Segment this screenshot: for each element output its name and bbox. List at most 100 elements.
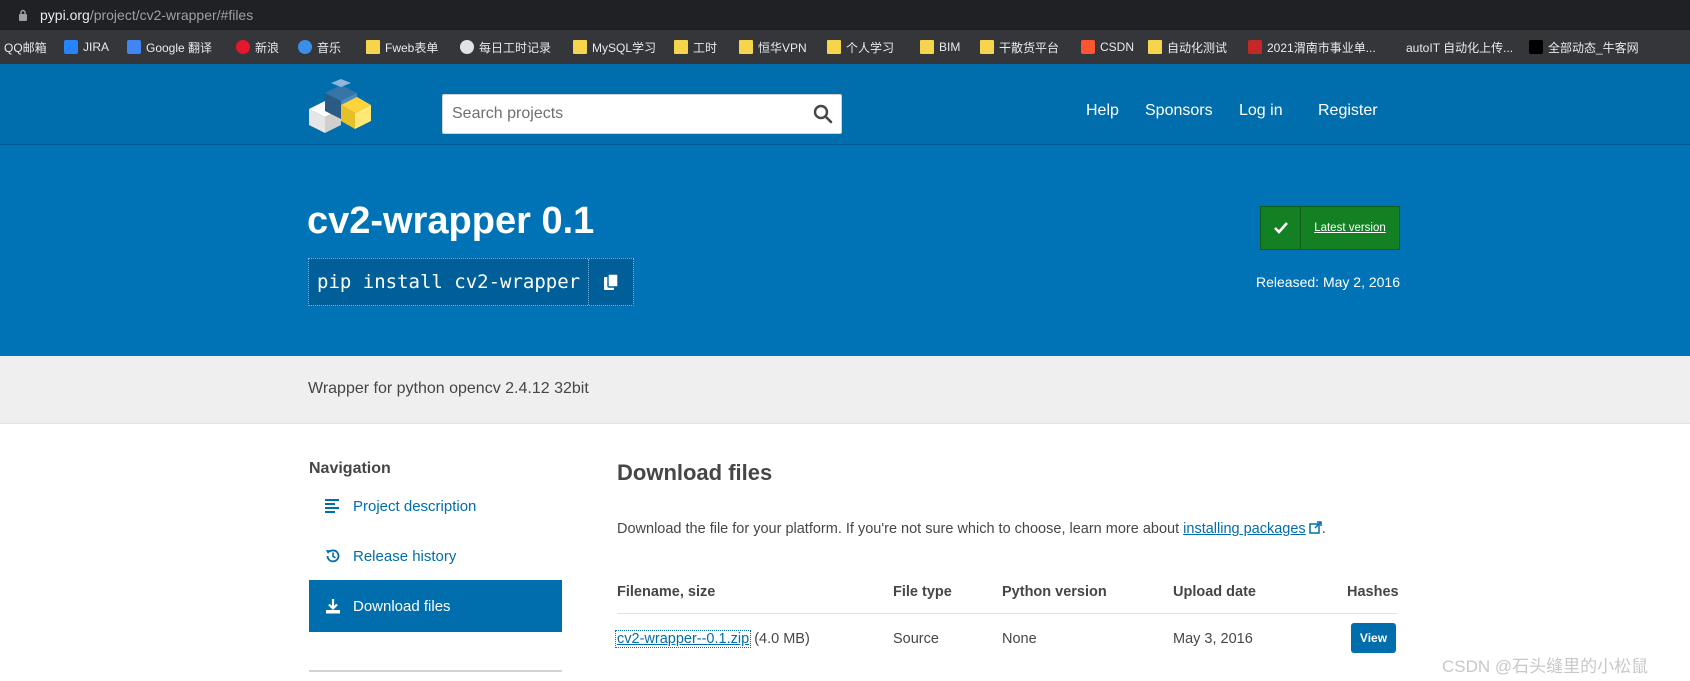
- bookmark-item[interactable]: 2021渭南市事业单...: [1248, 38, 1376, 56]
- bookmark-item[interactable]: 新浪: [236, 38, 279, 56]
- release-date: Released: May 2, 2016: [1256, 274, 1400, 290]
- tracker-icon: [460, 40, 474, 54]
- sidebar-item-download-files[interactable]: Download files: [309, 580, 562, 632]
- file-type-cell: Source: [893, 631, 939, 647]
- bookmark-label: 工时: [693, 40, 718, 55]
- file-size: (4.0 MB): [754, 631, 810, 647]
- latest-version-badge[interactable]: Latest version: [1260, 206, 1400, 250]
- bookmark-item[interactable]: 全部动态_牛客网: [1529, 38, 1639, 56]
- bookmark-label: 2021渭南市事业单...: [1267, 40, 1376, 55]
- section-heading: Download files: [617, 460, 773, 485]
- bookmark-item[interactable]: 每日工时记录: [460, 38, 551, 56]
- column-header-python-version: Python version: [1002, 584, 1107, 600]
- pypi-logo[interactable]: [307, 79, 373, 135]
- file-cell: cv2-wrapper--0.1.zip (4.0 MB): [614, 630, 810, 648]
- copy-button[interactable]: [589, 259, 633, 305]
- column-header-filename: Filename, size: [617, 584, 716, 600]
- bookmark-label: CSDN: [1100, 40, 1135, 54]
- csdn-icon: [1081, 40, 1095, 54]
- sidebar-item-release-history[interactable]: Release history: [309, 530, 562, 582]
- latest-version-label: Latest version: [1314, 222, 1386, 234]
- bookmark-item[interactable]: JIRA: [64, 38, 109, 56]
- installing-packages-link[interactable]: installing packages: [1183, 521, 1322, 537]
- folder-icon: [920, 40, 934, 54]
- bookmark-item[interactable]: 自动化测试: [1148, 38, 1227, 56]
- url-text[interactable]: pypi.org/project/cv2-wrapper/#files: [40, 7, 253, 23]
- nav-register-link[interactable]: Register: [1318, 102, 1378, 120]
- sidebar-heading: Navigation: [309, 460, 391, 477]
- folder-icon: [980, 40, 994, 54]
- bookmark-item[interactable]: 干散货平台: [980, 38, 1059, 56]
- bookmark-label: BIM: [939, 40, 961, 54]
- nav-login-link[interactable]: Log in: [1239, 102, 1283, 120]
- view-hashes-button[interactable]: View: [1351, 623, 1396, 653]
- gov-icon: [1248, 40, 1262, 54]
- search-input[interactable]: [443, 95, 793, 133]
- folder-icon: [573, 40, 587, 54]
- url-host: pypi.org: [40, 7, 90, 23]
- sidebar-item-project-description[interactable]: Project description: [309, 480, 562, 532]
- folder-icon: [1148, 40, 1162, 54]
- bookmark-item[interactable]: Fweb表单: [366, 38, 438, 56]
- url-path: /project/cv2-wrapper/#files: [89, 7, 254, 23]
- project-banner: [0, 144, 1690, 356]
- copy-icon: [604, 273, 619, 290]
- file-download-link[interactable]: cv2-wrapper--0.1.zip: [614, 630, 752, 648]
- bookmark-label: 新浪: [255, 40, 280, 55]
- bookmark-item[interactable]: autoIT 自动化上传...: [1387, 38, 1513, 56]
- nowcoder-icon: [1529, 40, 1543, 54]
- intro-end: .: [1321, 521, 1326, 537]
- bookmark-item[interactable]: Google 翻译: [127, 38, 212, 56]
- folder-icon: [674, 40, 688, 54]
- sidebar-divider: [309, 670, 562, 672]
- bookmark-item[interactable]: 音乐: [298, 38, 341, 56]
- bookmark-item[interactable]: 个人学习: [827, 38, 894, 56]
- column-header-hashes: Hashes: [1347, 584, 1399, 600]
- bookmark-label: Fweb表单: [385, 40, 439, 55]
- project-summary: Wrapper for python opencv 2.4.12 32bit: [308, 380, 589, 397]
- bookmark-item[interactable]: BIM: [920, 38, 960, 56]
- column-header-file-type: File type: [893, 584, 952, 600]
- bookmark-label: 音乐: [317, 40, 342, 55]
- bookmark-item[interactable]: CSDN: [1081, 38, 1134, 56]
- pip-install-box: pip install cv2-wrapper: [308, 258, 635, 306]
- weibo-icon: [236, 40, 250, 54]
- browser-address-bar[interactable]: pypi.org/project/cv2-wrapper/#files: [0, 0, 1690, 30]
- bookmark-item[interactable]: QQ邮箱: [4, 38, 47, 56]
- bookmark-label: autoIT 自动化上传...: [1406, 40, 1514, 55]
- sidebar-item-label: Release history: [353, 547, 457, 565]
- search-icon[interactable]: [813, 104, 833, 124]
- page-title: cv2-wrapper 0.1: [307, 200, 595, 242]
- bookmark-item[interactable]: 恒华VPN: [739, 38, 807, 56]
- bookmark-label: JIRA: [83, 40, 110, 54]
- sidebar-item-label: Project description: [353, 497, 477, 515]
- bookmark-label: 全部动态_牛客网: [1548, 40, 1639, 55]
- folder-icon: [366, 40, 380, 54]
- python-version-cell: None: [1002, 631, 1037, 647]
- project-summary-strip: Wrapper for python opencv 2.4.12 32bit: [0, 356, 1690, 424]
- watermark: CSDN @石头缝里的小松鼠: [1442, 657, 1649, 676]
- intro-text: Download the file for your platform. If …: [617, 521, 1184, 537]
- column-header-upload-date: Upload date: [1173, 584, 1256, 600]
- bookmark-label: QQ邮箱: [4, 40, 47, 55]
- align-left-icon: [325, 499, 339, 513]
- lock-icon: [19, 9, 27, 21]
- blank-icon: [1387, 40, 1401, 54]
- folder-icon: [827, 40, 841, 54]
- installing-packages-label: installing packages: [1183, 521, 1306, 537]
- bookmark-label: 每日工时记录: [479, 40, 552, 55]
- bookmark-label: 自动化测试: [1167, 40, 1228, 55]
- bookmark-item[interactable]: MySQL学习: [573, 38, 656, 56]
- search-box[interactable]: [442, 94, 842, 134]
- history-icon: [326, 549, 340, 563]
- nav-help-link[interactable]: Help: [1086, 102, 1119, 120]
- check-icon: [1273, 222, 1288, 234]
- bookmark-label: Google 翻译: [146, 40, 213, 55]
- download-intro: Download the file for your platform. If …: [617, 521, 1326, 537]
- folder-icon: [739, 40, 753, 54]
- bookmark-item[interactable]: 工时: [674, 38, 717, 56]
- upload-date-cell: May 3, 2016: [1173, 631, 1253, 647]
- bookmark-label: 个人学习: [846, 40, 895, 55]
- nav-sponsors-link[interactable]: Sponsors: [1145, 102, 1213, 120]
- pip-command[interactable]: pip install cv2-wrapper: [309, 259, 590, 305]
